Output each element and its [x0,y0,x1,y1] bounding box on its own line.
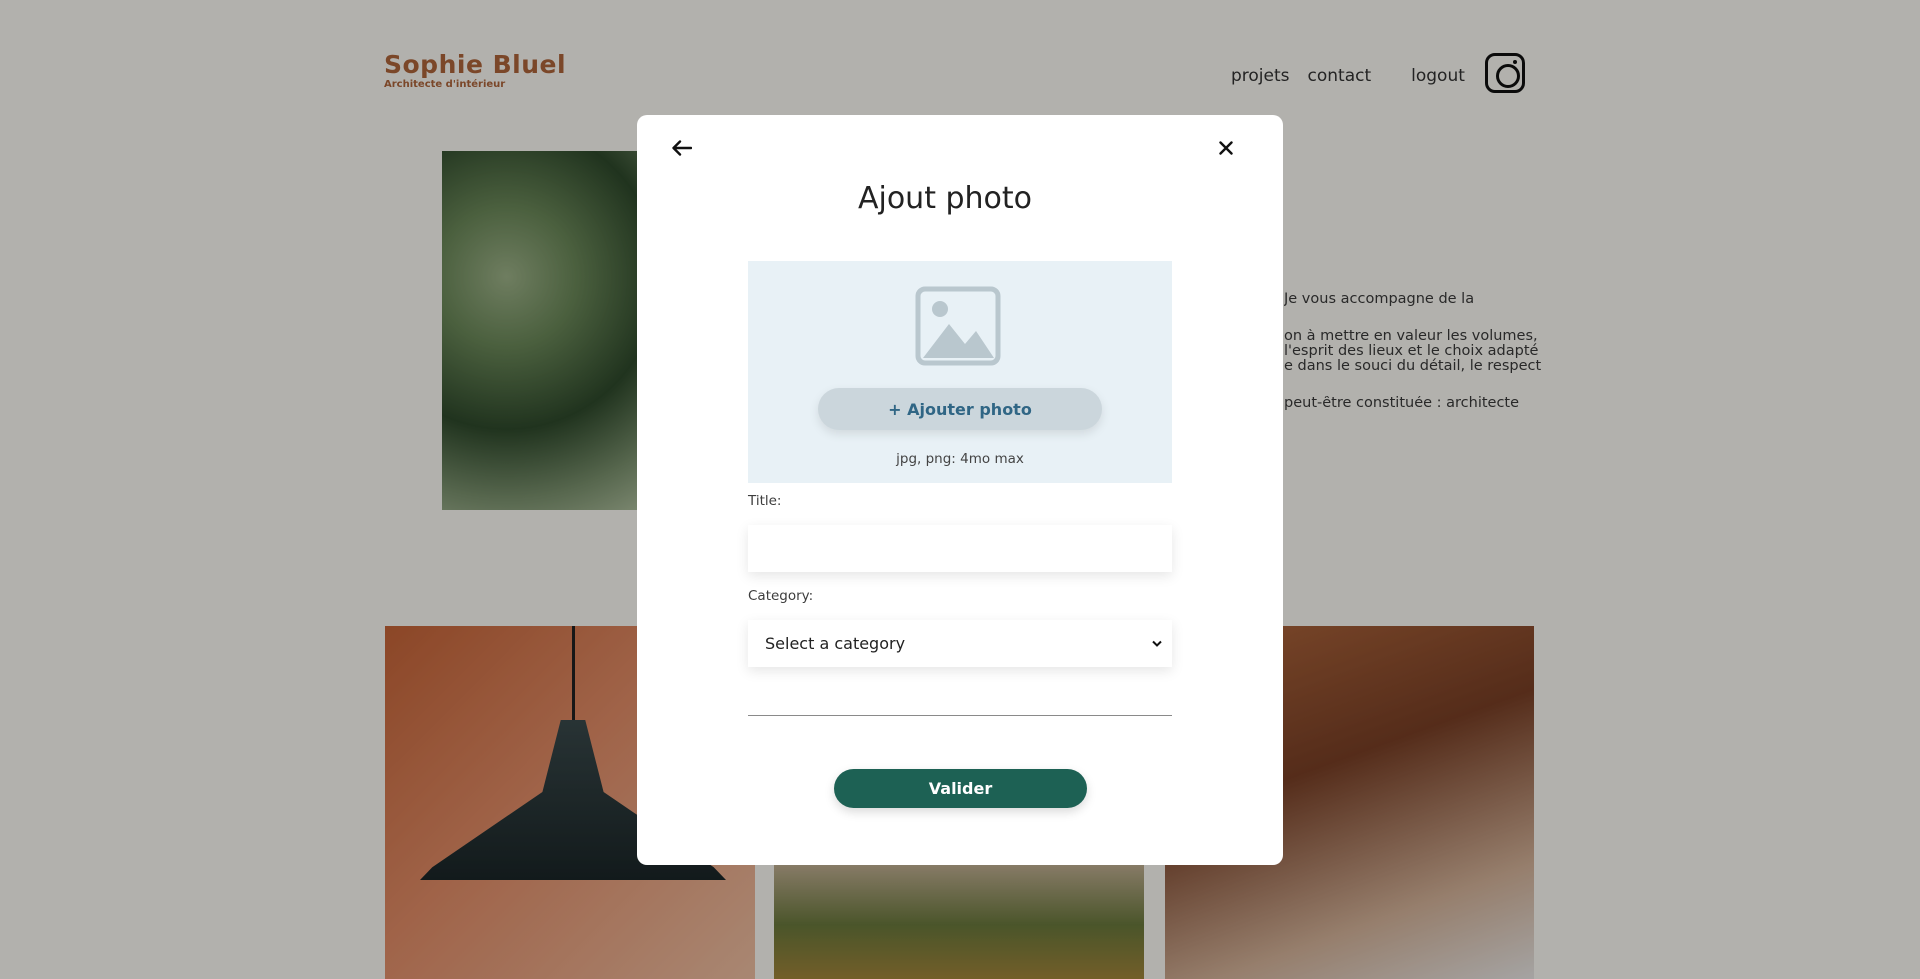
photo-upload-area[interactable]: + Ajouter photo jpg, png: 4mo max [748,261,1172,483]
image-placeholder-icon [915,286,1001,366]
title-label: Title: [748,493,782,509]
title-input[interactable] [748,525,1172,572]
close-button[interactable] [1211,133,1241,163]
category-label: Category: [748,588,814,604]
divider [748,715,1172,716]
chevron-down-icon [1152,640,1162,647]
category-select[interactable]: Select a category [748,620,1172,667]
back-button[interactable] [667,133,697,163]
upload-hint: jpg, png: 4mo max [896,451,1024,467]
submit-button[interactable]: Valider [834,769,1087,808]
add-photo-button[interactable]: + Ajouter photo [818,388,1102,430]
arrow-left-icon [672,140,692,156]
category-selected-value: Select a category [765,634,906,653]
add-photo-modal: Ajout photo + Ajouter photo jpg, png: 4m… [637,115,1283,865]
modal-title: Ajout photo [857,181,1033,216]
close-icon [1219,141,1233,155]
